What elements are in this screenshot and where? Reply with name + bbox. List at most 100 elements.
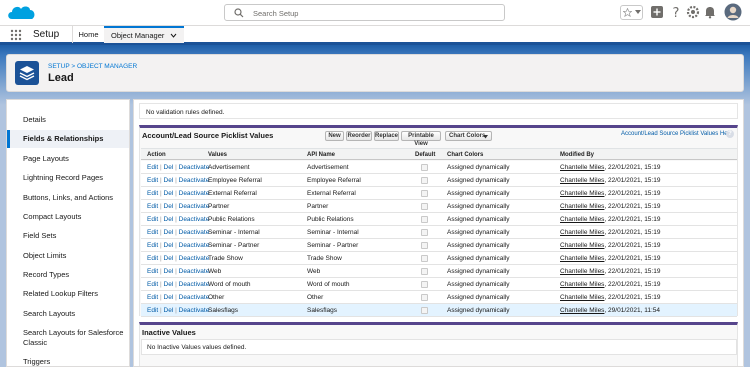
sidebar-item-compact-layouts[interactable]: Compact Layouts — [7, 212, 129, 222]
sidebar-item-details[interactable]: Details — [7, 115, 129, 125]
user-avatar[interactable] — [724, 3, 742, 21]
edit-link[interactable]: Edit — [147, 294, 158, 301]
edit-link[interactable]: Edit — [147, 268, 158, 275]
default-checkbox — [421, 190, 428, 197]
sidebar-item-related-lookup-filters[interactable]: Related Lookup Filters — [7, 289, 129, 299]
help-icon[interactable]: ? — [726, 130, 734, 138]
delete-link[interactable]: Del — [164, 164, 174, 171]
sidebar-item-buttons-links-actions[interactable]: Buttons, Links, and Actions — [7, 193, 129, 203]
deactivate-link[interactable]: Deactivate — [179, 229, 210, 236]
edit-link[interactable]: Edit — [147, 255, 158, 262]
sidebar-item-search-layouts[interactable]: Search Layouts — [7, 309, 129, 319]
sidebar-item-field-sets[interactable]: Field Sets — [7, 231, 129, 241]
deactivate-link[interactable]: Deactivate — [179, 307, 210, 314]
edit-link[interactable]: Edit — [147, 203, 158, 210]
chart-colors-label: Chart Colors — [449, 133, 486, 139]
sidebar-item-search-layouts-classic-line2[interactable]: Classic — [7, 338, 129, 348]
search-input[interactable]: Search Setup — [224, 4, 505, 21]
default-checkbox — [421, 229, 428, 236]
edit-link[interactable]: Edit — [147, 164, 158, 171]
delete-link[interactable]: Del — [164, 307, 174, 314]
delete-link[interactable]: Del — [164, 203, 174, 210]
user-link[interactable]: Chantelle Miles — [560, 307, 604, 314]
deactivate-link[interactable]: Deactivate — [179, 203, 210, 210]
chevron-down-icon[interactable] — [635, 10, 641, 15]
edit-link[interactable]: Edit — [147, 281, 158, 288]
user-link[interactable]: Chantelle Miles — [560, 255, 604, 262]
app-launcher-icon[interactable] — [10, 29, 22, 41]
new-button[interactable]: New — [325, 131, 344, 141]
delete-link[interactable]: Del — [164, 294, 174, 301]
deactivate-link[interactable]: Deactivate — [179, 190, 210, 197]
deactivate-link[interactable]: Deactivate — [179, 255, 210, 262]
row-actions: Edit | Del | Deactivate — [147, 203, 209, 210]
deactivate-link[interactable]: Deactivate — [179, 216, 210, 223]
separator: | — [160, 190, 162, 197]
separator: | — [175, 255, 177, 262]
chart-color-cell: Assigned dynamically — [447, 177, 510, 184]
delete-link[interactable]: Del — [164, 229, 174, 236]
deactivate-link[interactable]: Deactivate — [179, 294, 210, 301]
value-cell: Trade Show — [208, 255, 243, 262]
user-link[interactable]: Chantelle Miles — [560, 203, 604, 210]
edit-link[interactable]: Edit — [147, 307, 158, 314]
tab-home[interactable]: Home — [72, 26, 104, 43]
favorites-group[interactable] — [620, 5, 643, 20]
delete-link[interactable]: Del — [164, 177, 174, 184]
user-link[interactable]: Chantelle Miles — [560, 216, 604, 223]
user-link[interactable]: Chantelle Miles — [560, 177, 604, 184]
edit-link[interactable]: Edit — [147, 229, 158, 236]
default-checkbox — [421, 216, 428, 223]
api-name-cell: Web — [307, 268, 321, 275]
deactivate-link[interactable]: Deactivate — [179, 242, 210, 249]
chart-colors-button[interactable]: Chart Colors — [445, 131, 492, 141]
delete-link[interactable]: Del — [164, 268, 174, 275]
delete-link[interactable]: Del — [164, 281, 174, 288]
user-link[interactable]: Chantelle Miles — [560, 268, 604, 275]
deactivate-link[interactable]: Deactivate — [179, 177, 210, 184]
user-link[interactable]: Chantelle Miles — [560, 242, 604, 249]
separator: | — [160, 229, 162, 236]
app-name: Setup — [33, 29, 60, 40]
printable-view-button[interactable]: Printable View — [401, 131, 441, 147]
value-cell: Seminar - Internal — [208, 229, 260, 236]
sidebar-item-object-limits[interactable]: Object Limits — [7, 251, 129, 261]
star-icon[interactable] — [623, 8, 632, 17]
notifications-bell-icon[interactable] — [703, 5, 717, 19]
edit-link[interactable]: Edit — [147, 190, 158, 197]
sidebar-item-page-layouts[interactable]: Page Layouts — [7, 154, 129, 164]
user-link[interactable]: Chantelle Miles — [560, 190, 604, 197]
user-link[interactable]: Chantelle Miles — [560, 294, 604, 301]
inactive-values-section: Inactive Values No Inactive Values value… — [139, 322, 738, 366]
deactivate-link[interactable]: Deactivate — [179, 281, 210, 288]
deactivate-link[interactable]: Deactivate — [179, 164, 210, 171]
edit-link[interactable]: Edit — [147, 216, 158, 223]
breadcrumb[interactable]: SETUP > OBJECT MANAGER — [48, 63, 137, 70]
help-link[interactable]: Account/Lead Source Picklist Values Help — [621, 131, 732, 137]
delete-link[interactable]: Del — [164, 255, 174, 262]
sidebar-item-search-layouts-classic[interactable]: Search Layouts for Salesforce — [7, 328, 129, 338]
deactivate-link[interactable]: Deactivate — [179, 268, 210, 275]
salesforce-logo[interactable] — [6, 3, 38, 23]
sidebar-item-triggers[interactable]: Triggers — [7, 357, 129, 366]
reorder-button[interactable]: Reorder — [346, 131, 372, 141]
help-icon[interactable]: ? — [669, 5, 683, 19]
add-icon[interactable] — [650, 5, 664, 19]
user-link[interactable]: Chantelle Miles — [560, 164, 604, 171]
sidebar-item-record-types[interactable]: Record Types — [7, 270, 129, 280]
sidebar-item-lightning-record-pages[interactable]: Lightning Record Pages — [7, 173, 129, 183]
delete-link[interactable]: Del — [164, 190, 174, 197]
sidebar-item-fields-relationships[interactable]: Fields & Relationships — [7, 130, 129, 148]
gear-icon[interactable] — [686, 5, 700, 19]
user-link[interactable]: Chantelle Miles — [560, 229, 604, 236]
edit-link[interactable]: Edit — [147, 242, 158, 249]
default-checkbox — [421, 164, 428, 171]
edit-link[interactable]: Edit — [147, 177, 158, 184]
separator: | — [175, 229, 177, 236]
replace-button[interactable]: Replace — [374, 131, 399, 141]
delete-link[interactable]: Del — [164, 242, 174, 249]
user-link[interactable]: Chantelle Miles — [560, 281, 604, 288]
tab-object-manager[interactable]: Object Manager — [104, 26, 184, 43]
delete-link[interactable]: Del — [164, 216, 174, 223]
chevron-down-icon[interactable] — [170, 32, 177, 39]
